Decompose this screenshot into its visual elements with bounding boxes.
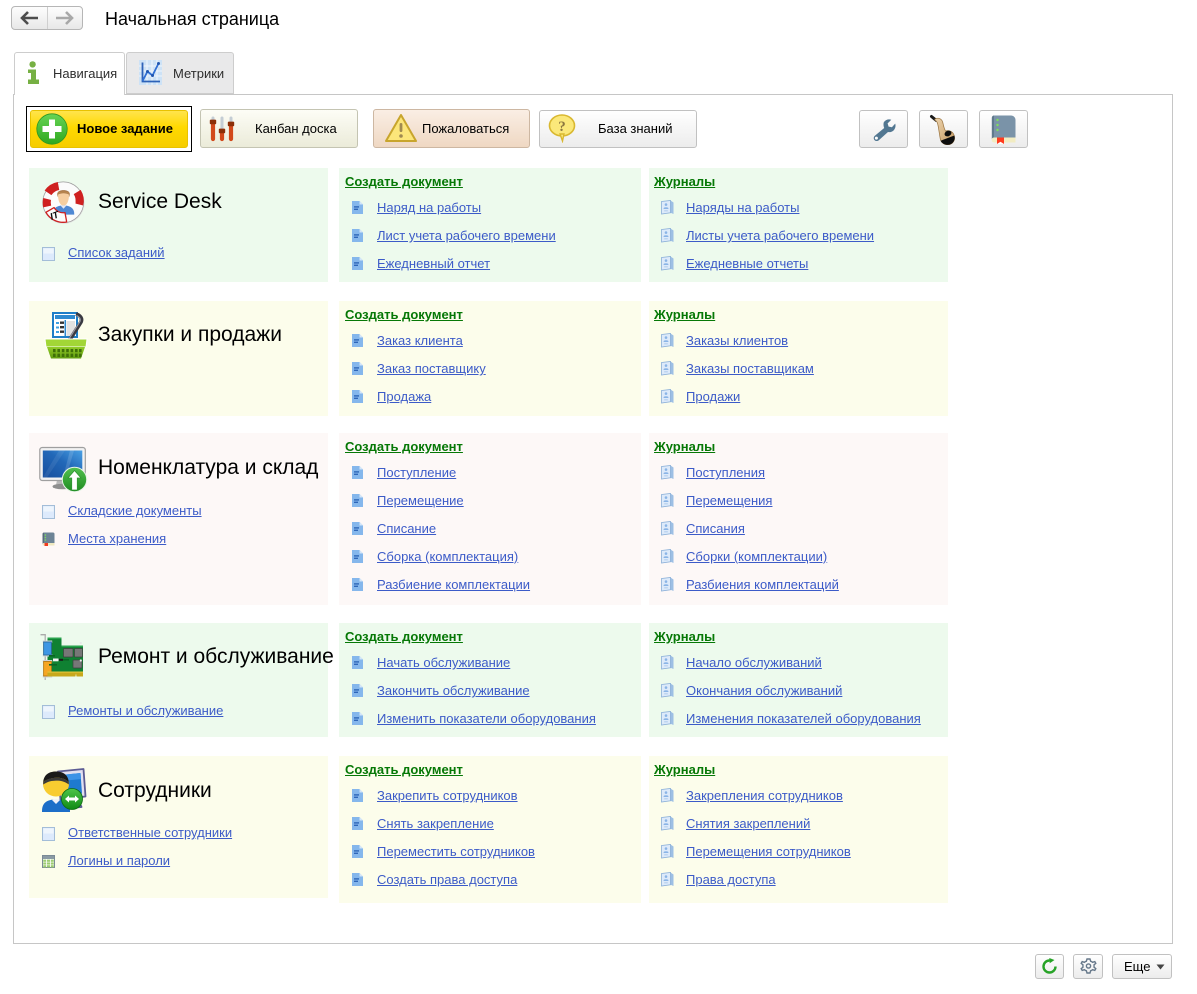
svg-text:?: ?	[558, 119, 566, 135]
